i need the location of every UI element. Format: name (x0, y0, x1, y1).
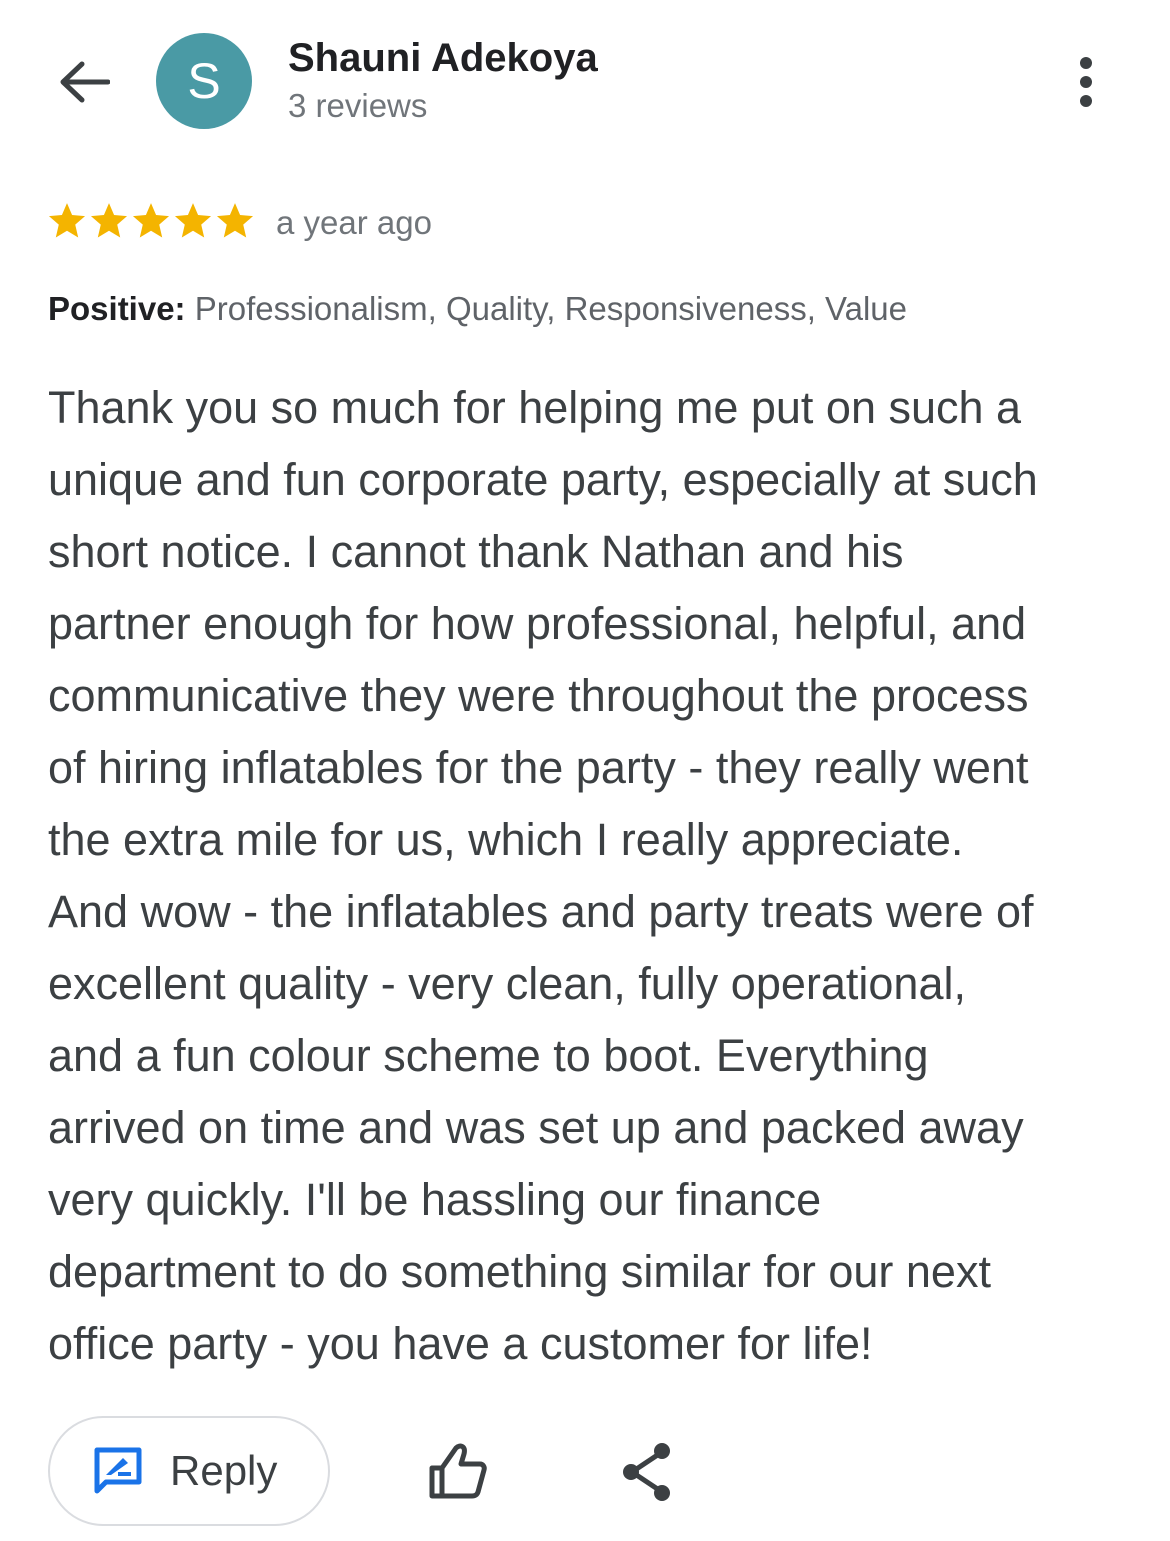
review-line: of hiring inflatables for the party - th… (48, 742, 1029, 793)
reply-label: Reply (170, 1447, 278, 1494)
star-icon (174, 203, 212, 238)
review-line: the extra mile for us, which I really ap… (48, 814, 964, 865)
like-button[interactable] (424, 1438, 490, 1504)
review-text: Thank you so much for helping me put on … (48, 372, 1128, 1380)
review-line: And wow - the inflatables and party trea… (48, 886, 1034, 937)
review-time: a year ago (276, 204, 432, 241)
back-button[interactable] (52, 50, 116, 114)
review-line: partner enough for how professional, hel… (48, 598, 1027, 649)
thumb-up-icon (429, 1443, 487, 1499)
star-rating (46, 200, 256, 242)
positive-attributes: Positive: Professionalism, Quality, Resp… (48, 290, 907, 328)
review-line: arrived on time and was set up and packe… (48, 1102, 1024, 1153)
star-icon (216, 203, 254, 238)
positive-label: Positive: (48, 290, 186, 327)
review-count: 3 reviews (288, 87, 428, 124)
arrow-back-icon (60, 61, 110, 103)
review-line: Thank you so much for helping me put on … (48, 382, 1022, 433)
share-button[interactable] (618, 1440, 678, 1504)
review-line: excellent quality - very clean, fully op… (48, 958, 966, 1009)
review-line: office party - you have a customer for l… (48, 1318, 873, 1369)
more-vert-icon (1080, 57, 1092, 107)
reply-button[interactable]: Reply (48, 1416, 330, 1526)
share-icon (623, 1443, 670, 1501)
reviewer-name[interactable]: Shauni Adekoya (288, 36, 598, 81)
avatar[interactable]: S (156, 33, 252, 129)
star-icon (90, 203, 128, 238)
positive-values: Professionalism, Quality, Responsiveness… (185, 290, 907, 327)
review-line: and a fun colour scheme to boot. Everyth… (48, 1030, 929, 1081)
review-line: communicative they were throughout the p… (48, 670, 1029, 721)
more-options-button[interactable] (1062, 52, 1110, 112)
star-icon (48, 203, 86, 238)
review-line: very quickly. I'll be hassling our finan… (48, 1174, 822, 1225)
rate-review-icon (94, 1447, 142, 1494)
review-line: unique and fun corporate party, especial… (48, 454, 1038, 505)
star-icon (132, 203, 170, 238)
review-line: short notice. I cannot thank Nathan and … (48, 526, 904, 577)
avatar-letter: S (187, 53, 221, 109)
review-line: department to do something similar for o… (48, 1246, 991, 1297)
